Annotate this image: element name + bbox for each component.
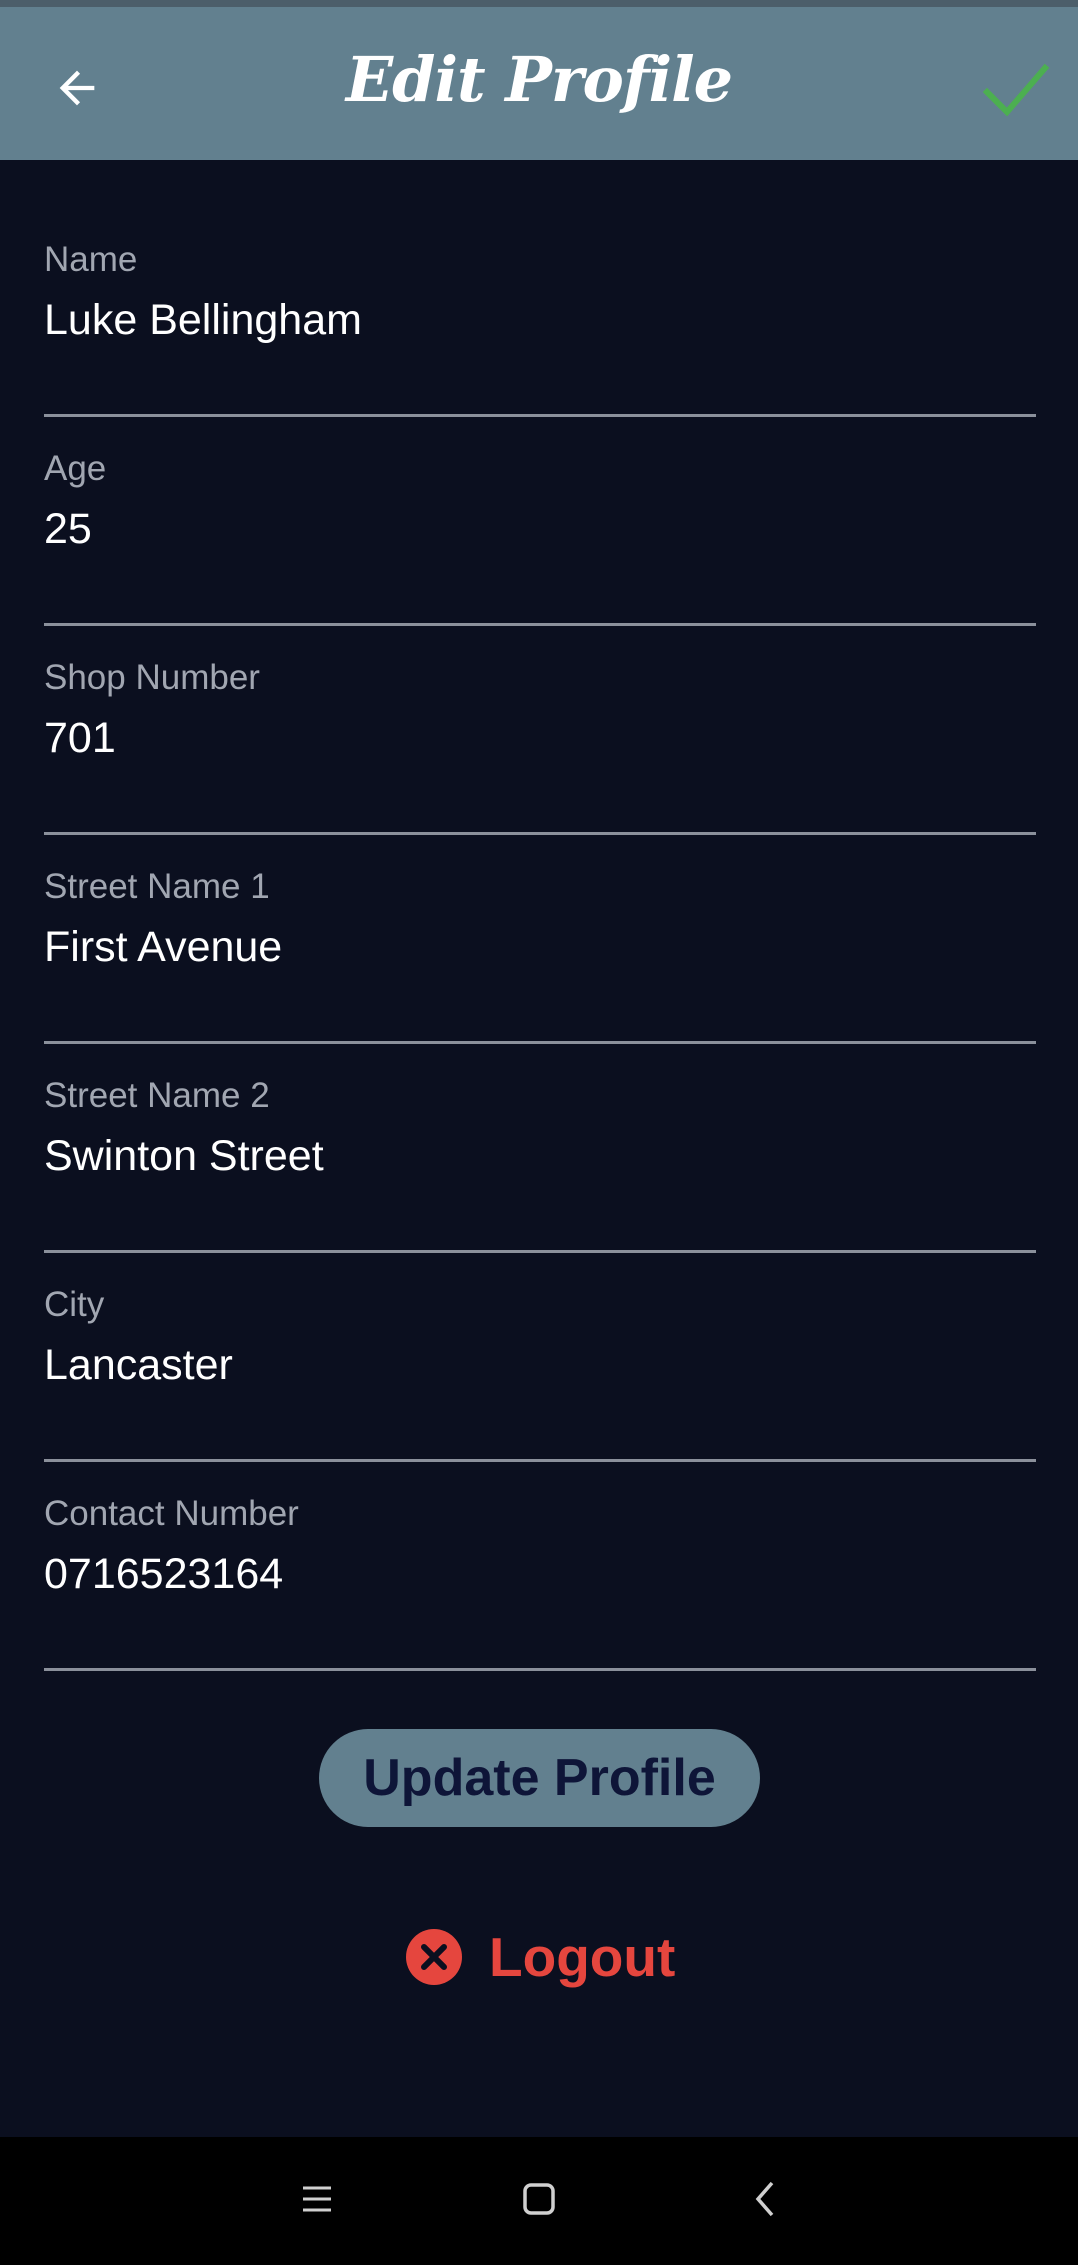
page-title: Edit Profile (345, 43, 733, 116)
profile-form: Name Age Shop Number Street Name 1 Stree… (44, 160, 1036, 1671)
field-label: Street Name 2 (44, 1076, 270, 1115)
checkmark-icon (982, 62, 1050, 125)
home-square-icon (519, 2179, 559, 2224)
logout-label: Logout (489, 1926, 676, 1988)
age-input[interactable] (44, 504, 1034, 554)
field-label: Shop Number (44, 658, 260, 697)
logout-button[interactable]: Logout (405, 1922, 675, 1992)
close-circle-icon (405, 1928, 463, 1986)
street-name-2-field: Street Name 2 (44, 996, 1036, 1253)
back-chevron-icon (746, 2179, 786, 2224)
street-name-1-field: Street Name 1 (44, 787, 1036, 1044)
contact-number-field: Contact Number (44, 1414, 1036, 1671)
city-field: City (44, 1205, 1036, 1462)
app-bar: Edit Profile (0, 7, 1078, 160)
field-label: Age (44, 449, 107, 488)
age-field: Age (44, 369, 1036, 626)
street-name-2-input[interactable] (44, 1131, 1034, 1181)
city-input[interactable] (44, 1340, 1034, 1390)
field-label: Name (44, 240, 138, 279)
name-input[interactable] (44, 295, 1034, 345)
recent-apps-button[interactable] (287, 2171, 347, 2231)
menu-icon (297, 2179, 337, 2224)
field-underline (44, 1668, 1036, 1671)
system-nav-bar (0, 2137, 1078, 2265)
field-label: City (44, 1285, 105, 1324)
home-button[interactable] (509, 2171, 569, 2231)
contact-number-input[interactable] (44, 1549, 1034, 1599)
update-profile-button[interactable]: Update Profile (319, 1729, 760, 1827)
street-name-1-input[interactable] (44, 922, 1034, 972)
field-label: Street Name 1 (44, 867, 270, 906)
system-back-button[interactable] (736, 2171, 796, 2231)
save-button[interactable] (978, 55, 1054, 131)
status-bar (0, 0, 1078, 7)
name-field: Name (44, 160, 1036, 417)
field-label: Contact Number (44, 1494, 299, 1533)
shop-number-field: Shop Number (44, 578, 1036, 835)
shop-number-input[interactable] (44, 713, 1034, 763)
